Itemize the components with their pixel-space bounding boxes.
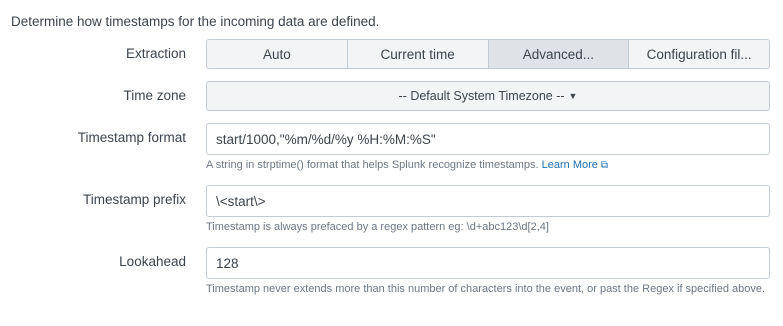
timestamp-format-input[interactable]: [206, 123, 770, 155]
timestamp-format-help: A string in strptime() format that helps…: [206, 158, 772, 173]
lookahead-input[interactable]: [206, 247, 770, 279]
timestamp-prefix-help: Timestamp is always prefaced by a regex …: [206, 221, 549, 233]
extraction-option-advanced[interactable]: Advanced...: [488, 40, 630, 68]
external-link-icon: ⧉: [600, 160, 609, 171]
caret-down-icon: ▼: [568, 91, 578, 101]
timestamp-prefix-input[interactable]: [206, 185, 770, 217]
extraction-segmented-control: Auto Current time Advanced... Configurat…: [206, 39, 770, 69]
extraction-label: Extraction: [125, 46, 186, 61]
timezone-dropdown[interactable]: -- Default System Timezone -- ▼: [206, 81, 770, 111]
extraction-option-current-time[interactable]: Current time: [347, 40, 489, 68]
extraction-option-configuration-file[interactable]: Configuration fil...: [629, 40, 769, 68]
learn-more-link[interactable]: Learn More ⧉: [542, 159, 608, 171]
timestamp-format-help-text: A string in strptime() format that helps…: [206, 159, 539, 171]
timestamp-format-label: Timestamp format: [77, 130, 186, 145]
timestamp-prefix-label: Timestamp prefix: [82, 192, 186, 207]
extraction-option-auto[interactable]: Auto: [207, 40, 348, 68]
lookahead-help: Timestamp never extends more than this n…: [206, 283, 766, 295]
lookahead-label: Lookahead: [119, 254, 186, 269]
timezone-label: Time zone: [123, 88, 186, 103]
timezone-value: -- Default System Timezone --: [398, 89, 565, 103]
section-description: Determine how timestamps for the incomin…: [11, 14, 380, 29]
